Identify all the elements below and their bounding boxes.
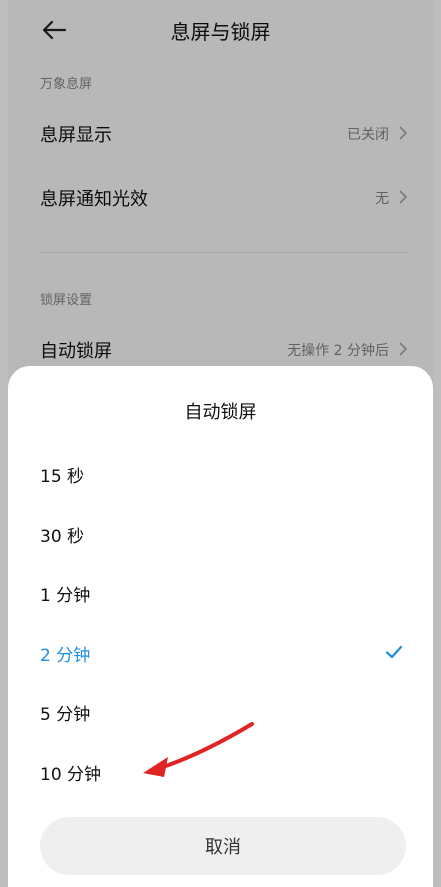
cancel-label: 取消	[205, 837, 241, 858]
option-10-minutes[interactable]: 10 分钟	[8, 744, 433, 800]
option-label: 15 秒	[40, 467, 85, 487]
option-1-minute[interactable]: 1 分钟	[8, 565, 433, 621]
option-label: 10 分钟	[40, 765, 102, 785]
auto-lock-bottom-sheet: 自动锁屏 15 秒 30 秒 1 分钟 2 分钟 5 分钟 10 分钟 取消	[8, 366, 433, 887]
option-30-seconds[interactable]: 30 秒	[8, 506, 433, 562]
phone-screen: 息屏与锁屏 万象息屏 息屏显示 已关闭 息屏通知光效 无 锁屏设置 自动锁屏 无…	[8, 0, 433, 887]
option-label: 5 分钟	[40, 705, 91, 725]
option-5-minutes[interactable]: 5 分钟	[8, 684, 433, 740]
checkmark-icon	[385, 645, 403, 659]
option-label: 30 秒	[40, 527, 85, 547]
cancel-button[interactable]: 取消	[40, 817, 406, 875]
option-15-seconds[interactable]: 15 秒	[8, 446, 433, 502]
sheet-title: 自动锁屏	[184, 402, 257, 423]
option-label: 2 分钟	[40, 646, 91, 666]
option-2-minutes[interactable]: 2 分钟	[8, 625, 433, 681]
option-label: 1 分钟	[40, 586, 91, 606]
